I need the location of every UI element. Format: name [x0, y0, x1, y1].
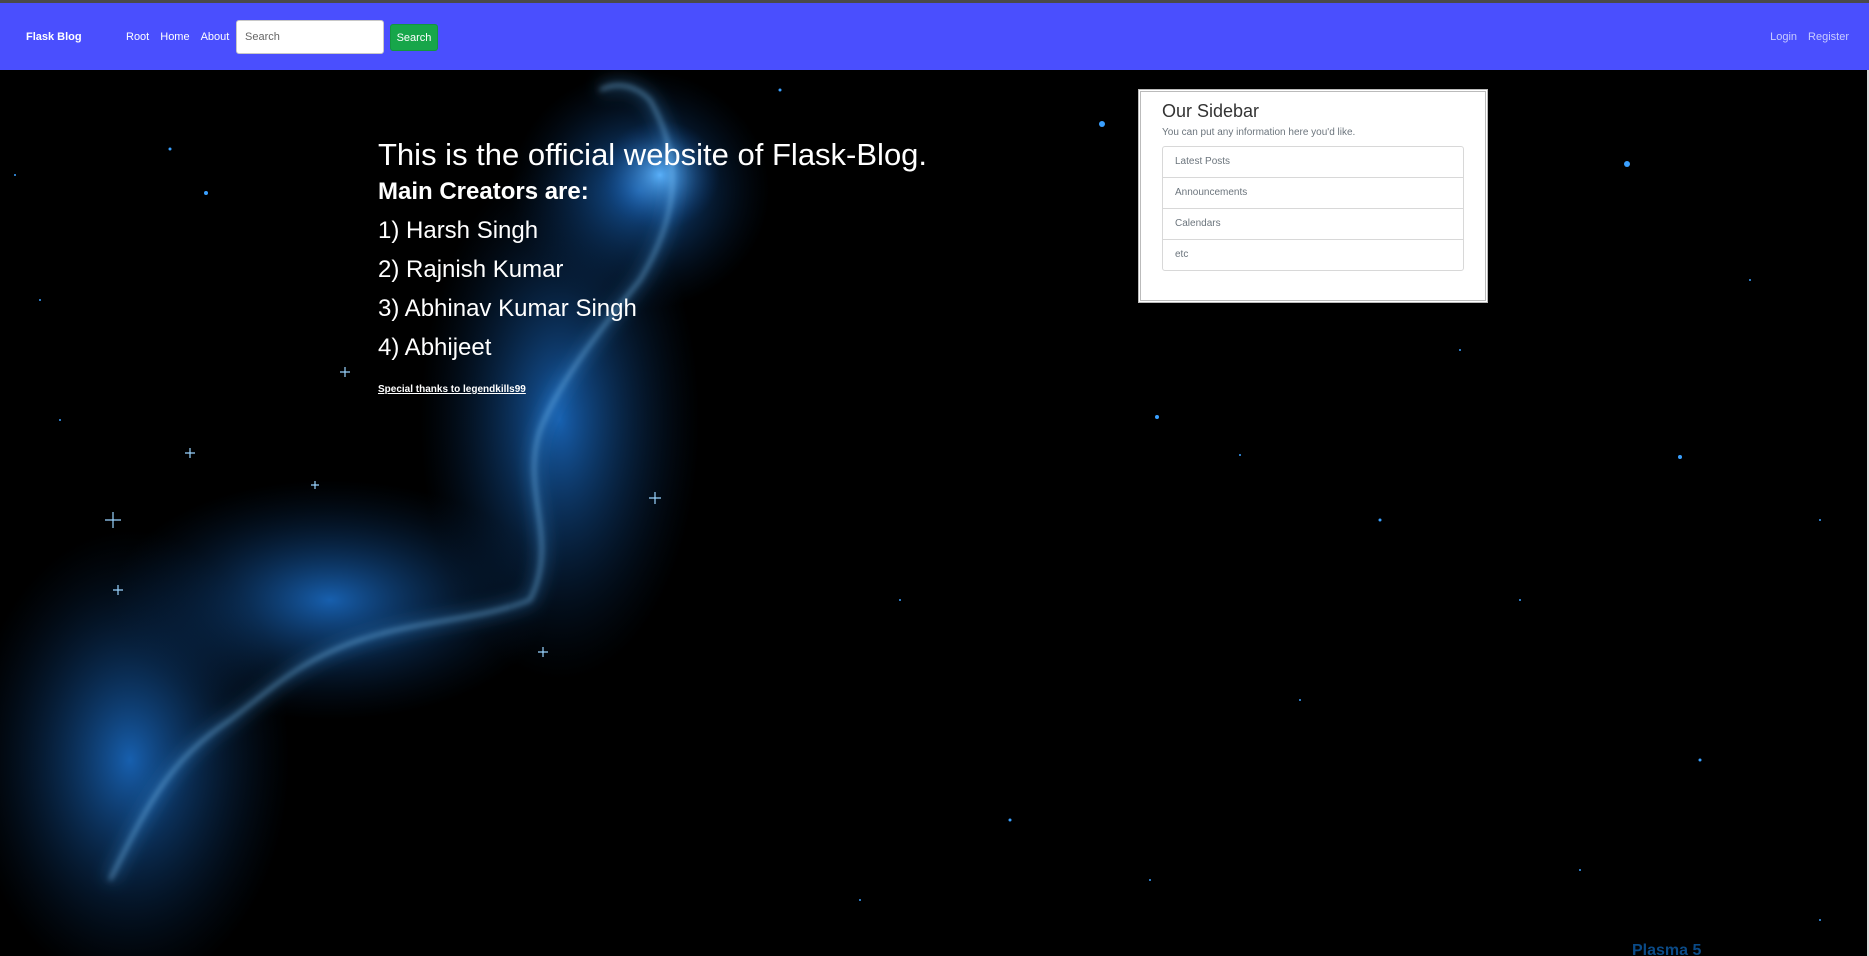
nav-link-about[interactable]: About [201, 31, 230, 43]
sidebar-item-announcements[interactable]: Announcements [1163, 178, 1463, 209]
navbar: Flask Blog Root Home About Search Login … [0, 3, 1869, 70]
login-link[interactable]: Login [1770, 31, 1797, 43]
sidebar-description: You can put any information here you'd l… [1162, 127, 1356, 138]
search-button[interactable]: Search [390, 24, 438, 51]
plasma-watermark: Plasma 5 [1632, 942, 1702, 956]
nav-links: Root Home About [126, 31, 229, 43]
sidebar-item-etc[interactable]: etc [1163, 240, 1463, 270]
creators-heading: Main Creators are: [378, 178, 589, 206]
search-input[interactable] [236, 20, 384, 54]
sidebar-item-calendars[interactable]: Calendars [1163, 209, 1463, 240]
sidebar-item-latest-posts[interactable]: Latest Posts [1163, 147, 1463, 178]
special-thanks-link[interactable]: Special thanks to legendkills99 [378, 384, 526, 395]
creator-item: 4) Abhijeet [378, 333, 492, 361]
register-link[interactable]: Register [1808, 31, 1849, 43]
creator-item: 1) Harsh Singh [378, 216, 539, 244]
creator-item: 2) Rajnish Kumar [378, 255, 564, 283]
creator-item: 3) Abhinav Kumar Singh [378, 294, 637, 322]
sidebar-title: Our Sidebar [1162, 101, 1260, 121]
brand-link[interactable]: Flask Blog [26, 31, 82, 43]
auth-links: Login Register [1770, 31, 1849, 43]
sidebar: Our Sidebar You can put any information … [1138, 89, 1488, 303]
page-headline: This is the official website of Flask-Bl… [378, 137, 928, 172]
main-content: This is the official website of Flask-Bl… [378, 137, 1078, 397]
nav-link-home[interactable]: Home [160, 31, 189, 43]
nav-link-root[interactable]: Root [126, 31, 149, 43]
creators-list: 1) Harsh Singh 2) Rajnish Kumar 3) Abhin… [378, 211, 1078, 367]
sidebar-list: Latest Posts Announcements Calendars etc [1162, 146, 1464, 271]
window-top-border [0, 0, 1869, 3]
